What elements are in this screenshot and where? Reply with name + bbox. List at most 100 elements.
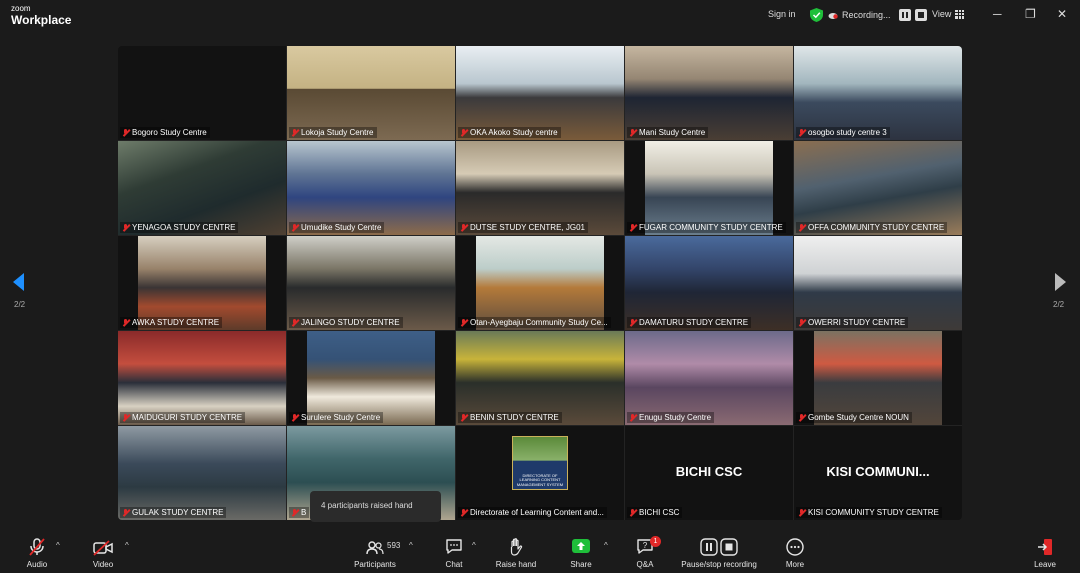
participant-name: Lokoja Study Centre [289, 127, 377, 138]
more-label: More [785, 560, 805, 569]
video-tile[interactable]: DIRECTORATE OF LEARNING CONTENT MANAGEME… [456, 426, 624, 520]
participant-name: GULAK STUDY CENTRE [120, 507, 227, 518]
video-options-caret-icon[interactable]: ^ [125, 541, 129, 550]
video-tile[interactable]: osogbo study centre 3 [794, 46, 962, 140]
security-shield-icon[interactable] [810, 8, 823, 22]
participant-name: Directorate of Learning Content and... [458, 507, 607, 518]
previous-page-arrow-icon[interactable] [13, 273, 24, 291]
video-tile[interactable]: BICHI CSC BICHI CSC [625, 426, 793, 520]
video-tile[interactable]: Bogoro Study Centre [118, 46, 286, 140]
minimize-icon[interactable]: ─ [993, 7, 1002, 21]
pause-recording-icon[interactable] [898, 9, 911, 21]
video-tile[interactable]: MAIDUGURI STUDY CENTRE [118, 331, 286, 425]
video-tile[interactable]: FUGAR COMMUNITY STUDY CENTRE [625, 141, 793, 235]
muted-mic-icon [629, 318, 637, 327]
chat-button[interactable]: Chat [439, 536, 469, 572]
participant-name: BICHI CSC [627, 507, 683, 518]
muted-mic-icon [629, 508, 637, 517]
participant-name: MAIDUGURI STUDY CENTRE [120, 412, 246, 423]
participant-name: Bogoro Study Centre [120, 127, 210, 138]
participant-name: DAMATURU STUDY CENTRE [627, 317, 752, 328]
participant-name: YENAGOA STUDY CENTRE [120, 222, 239, 233]
sign-in-link[interactable]: Sign in [768, 9, 796, 19]
pause-stop-label: Pause/stop recording [681, 560, 757, 569]
muted-mic-icon [798, 318, 806, 327]
qa-label: Q&A [636, 560, 654, 569]
audio-button[interactable]: Audio [22, 536, 52, 572]
audio-options-caret-icon[interactable]: ^ [56, 541, 60, 550]
participant-display-name: KISI COMMUNI... [826, 464, 930, 479]
participant-name: Otan-Ayegbaju Community Study Ce... [458, 317, 611, 328]
video-tile[interactable]: OWERRI STUDY CENTRE [794, 236, 962, 330]
video-tile[interactable]: Lokoja Study Centre [287, 46, 455, 140]
participant-name: OWERRI STUDY CENTRE [796, 317, 909, 328]
share-options-caret-icon[interactable]: ^ [604, 541, 608, 550]
qa-button[interactable]: ? 1 Q&A [630, 536, 661, 572]
page-indicator-right: 2/2 [1053, 300, 1065, 309]
microphone-muted-icon [29, 538, 45, 556]
video-tile[interactable]: GULAK STUDY CENTRE [118, 426, 286, 520]
video-tile[interactable]: DUTSE STUDY CENTRE, JG01 [456, 141, 624, 235]
leave-button[interactable]: Leave [1030, 536, 1060, 572]
video-tile[interactable]: Enugu Study Centre [625, 331, 793, 425]
pause-stop-recording-button[interactable]: Pause/stop recording [676, 536, 762, 572]
chat-icon [446, 539, 462, 554]
participant-name: Mani Study Centre [627, 127, 709, 138]
muted-mic-icon [798, 128, 806, 137]
grid-view-icon [955, 9, 965, 19]
video-tile[interactable]: Otan-Ayegbaju Community Study Ce... [456, 236, 624, 330]
raise-hand-icon [510, 538, 523, 556]
audio-label: Audio [26, 560, 48, 569]
participant-name: JALINGO STUDY CENTRE [289, 317, 403, 328]
participants-icon [366, 541, 384, 555]
meeting-toolbar: Audio ^ Video ^ Participants 593 ^ Chat … [0, 532, 1080, 573]
video-tile[interactable]: OFFA COMMUNITY STUDY CENTRE [794, 141, 962, 235]
video-tile[interactable]: BENIN STUDY CENTRE [456, 331, 624, 425]
next-page-arrow-icon[interactable] [1055, 273, 1066, 291]
title-bar: zoom Workplace Sign in Recording... View… [0, 0, 1080, 32]
restore-icon[interactable]: ❐ [1025, 7, 1036, 21]
recording-label: Recording... [842, 10, 891, 20]
close-icon[interactable]: ✕ [1057, 7, 1067, 21]
muted-mic-icon [629, 223, 637, 232]
video-tile[interactable]: OKA Akoko Study centre [456, 46, 624, 140]
muted-mic-icon [460, 318, 468, 327]
video-tile[interactable]: JALINGO STUDY CENTRE [287, 236, 455, 330]
video-button[interactable]: Video [88, 536, 118, 572]
video-tile[interactable]: DAMATURU STUDY CENTRE [625, 236, 793, 330]
share-label: Share [570, 560, 592, 569]
participant-name: BENIN STUDY CENTRE [458, 412, 562, 423]
muted-mic-icon [798, 223, 806, 232]
stop-recording-icon[interactable] [914, 9, 927, 21]
video-tile[interactable]: KISI COMMUNI... KISI COMMUNITY STUDY CEN… [794, 426, 962, 520]
muted-mic-icon [122, 508, 130, 517]
muted-mic-icon [629, 413, 637, 422]
muted-mic-icon [798, 413, 806, 422]
pause-stop-icon [700, 538, 738, 556]
participant-name: OKA Akoko Study centre [458, 127, 561, 138]
video-tile[interactable]: YENAGOA STUDY CENTRE [118, 141, 286, 235]
muted-mic-icon [460, 508, 468, 517]
muted-mic-icon [629, 128, 637, 137]
video-tile[interactable]: Umudike Study Centre [287, 141, 455, 235]
video-tile[interactable]: Gombe Study Centre NOUN [794, 331, 962, 425]
participant-name: Enugu Study Centre [627, 412, 715, 423]
muted-mic-icon [291, 318, 299, 327]
participant-name: DUTSE STUDY CENTRE, JG01 [458, 222, 588, 233]
muted-mic-icon [122, 223, 130, 232]
video-tile[interactable]: Surulere Study Centre [287, 331, 455, 425]
dlcms-logo: DIRECTORATE OF LEARNING CONTENT MANAGEME… [512, 436, 568, 490]
more-button[interactable]: More [780, 536, 810, 572]
chat-options-caret-icon[interactable]: ^ [472, 541, 476, 550]
view-menu-button[interactable]: View [932, 9, 965, 19]
share-button[interactable]: Share [566, 536, 596, 572]
video-tile[interactable]: Mani Study Centre [625, 46, 793, 140]
video-label: Video [92, 560, 114, 569]
raise-hand-button[interactable]: Raise hand [493, 536, 539, 572]
participant-name: osogbo study centre 3 [796, 127, 890, 138]
participants-options-caret-icon[interactable]: ^ [409, 541, 413, 550]
participant-name: Gombe Study Centre NOUN [796, 412, 912, 423]
raised-hand-toast: 4 participants raised hand [310, 491, 441, 522]
video-tile[interactable]: AWKA STUDY CENTRE [118, 236, 286, 330]
gallery-view: Bogoro Study Centre Lokoja Study Centre … [118, 46, 962, 520]
